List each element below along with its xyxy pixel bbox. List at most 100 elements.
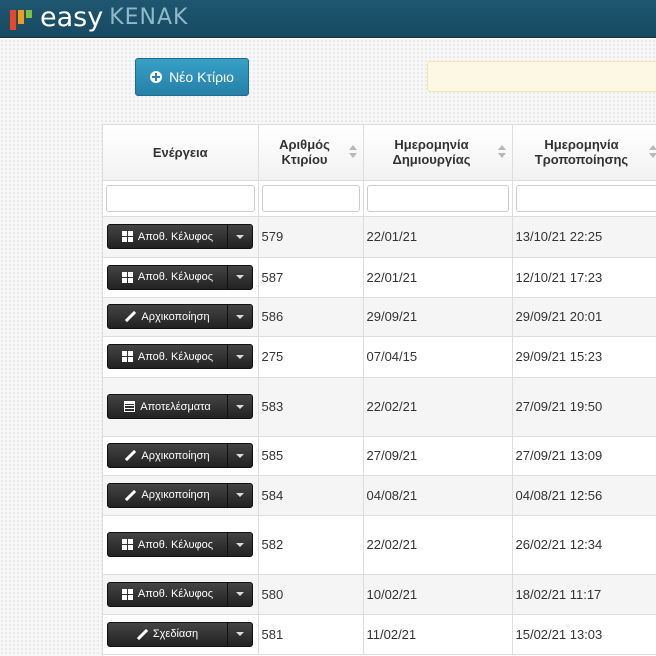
action-label: Αποθ. Κέλυφος — [137, 271, 214, 283]
grid-icon — [121, 539, 133, 550]
action-split-button[interactable]: Αποθ. Κέλυφος — [107, 224, 253, 249]
created-date-cell: 29/09/21 — [363, 297, 513, 337]
action-cell: Σχεδίαση — [103, 614, 259, 655]
action-cell: Αρχικοποίηση — [103, 475, 259, 516]
list-icon — [124, 401, 136, 412]
table-row[interactable]: Αποθ. Κέλυφος 275 07/04/15 29/09/21 15:23 — [103, 336, 656, 378]
sort-icon[interactable] — [648, 145, 656, 159]
filter-created-input[interactable] — [366, 184, 509, 212]
action-split-button[interactable]: Αρχικοποίηση — [107, 304, 253, 329]
action-split-button[interactable]: Αποθ. Κέλυφος — [107, 344, 253, 369]
action-dropdown-toggle[interactable] — [228, 266, 252, 289]
building-no-cell: 275 — [258, 336, 364, 378]
app-logo[interactable]: easy KENAK — [10, 3, 188, 33]
filter-modified-input[interactable] — [515, 184, 656, 212]
action-button[interactable]: Αποθ. Κέλυφος — [108, 345, 228, 368]
action-split-button[interactable]: Σχεδίαση — [107, 621, 253, 647]
action-cell: Αποθ. Κέλυφος — [103, 216, 259, 258]
action-dropdown-toggle[interactable] — [228, 583, 252, 606]
action-dropdown-toggle[interactable] — [228, 345, 252, 368]
action-dropdown-toggle[interactable] — [228, 225, 252, 248]
table-row[interactable]: Αποθ. Κέλυφος 587 22/01/21 12/10/21 17:23 — [103, 257, 656, 298]
pencil-icon — [125, 450, 136, 461]
building-no-cell: 585 — [258, 436, 364, 476]
action-cell: Αποθ. Κέλυφος — [103, 574, 259, 615]
action-dropdown-toggle[interactable] — [228, 305, 252, 328]
created-date-cell: 22/01/21 — [363, 257, 513, 298]
action-dropdown-toggle[interactable] — [228, 395, 252, 418]
action-button[interactable]: Αποτελέσματα — [108, 395, 228, 418]
new-building-label: Νέο Κτίριο — [169, 69, 234, 85]
table-row[interactable]: Αρχικοποίηση 586 29/09/21 29/09/21 20:01 — [103, 297, 656, 337]
grid-icon — [121, 271, 133, 283]
filter-row — [103, 180, 656, 217]
action-button[interactable]: Αποθ. Κέλυφος — [108, 225, 228, 248]
modified-date-cell: 26/02/21 12:34 — [512, 515, 656, 575]
table-row[interactable]: Αποτελέσματα 583 22/02/21 27/09/21 19:50 — [103, 377, 656, 437]
caret-down-icon — [236, 592, 244, 596]
action-dropdown-toggle[interactable] — [228, 484, 252, 507]
action-button[interactable]: Αποθ. Κέλυφος — [108, 265, 228, 289]
action-button[interactable]: Αποθ. Κέλυφος — [108, 533, 228, 556]
action-button[interactable]: Σχεδίαση — [108, 622, 228, 646]
action-split-button[interactable]: Αποτελέσματα — [107, 394, 253, 419]
logo-easy-text: easy — [40, 2, 104, 33]
building-no-cell: 579 — [258, 216, 364, 258]
building-no-cell: 581 — [258, 614, 364, 655]
caret-down-icon — [236, 354, 244, 359]
created-date-cell: 07/04/15 — [363, 336, 513, 378]
caret-down-icon — [236, 632, 244, 636]
column-header-created[interactable]: Ημερομηνία Δημιουργίας — [363, 125, 513, 181]
action-cell: Αποθ. Κέλυφος — [103, 336, 259, 378]
modified-date-cell: 27/09/21 13:09 — [512, 436, 656, 476]
sort-icon[interactable] — [497, 145, 506, 159]
caret-down-icon — [236, 275, 244, 279]
building-no-cell: 583 — [258, 377, 364, 437]
action-button[interactable]: Αρχικοποίηση — [108, 483, 228, 507]
column-header-building-no[interactable]: Αριθμός Κτιρίου — [258, 125, 364, 181]
action-button[interactable]: Αποθ. Κέλυφος — [108, 582, 228, 606]
caret-down-icon — [236, 542, 244, 547]
action-split-button[interactable]: Αρχικοποίηση — [107, 482, 253, 508]
filter-action-input[interactable] — [106, 184, 255, 212]
caret-down-icon — [236, 453, 244, 458]
action-button[interactable]: Αρχικοποίηση — [108, 305, 228, 328]
building-no-cell: 587 — [258, 257, 364, 298]
building-no-cell: 582 — [258, 515, 364, 575]
action-split-button[interactable]: Αρχικοποίηση — [107, 443, 253, 468]
action-button[interactable]: Αρχικοποίηση — [108, 444, 228, 467]
table-row[interactable]: Αποθ. Κέλυφος 579 22/01/21 13/10/21 22:25 — [103, 216, 656, 258]
building-no-cell: 584 — [258, 475, 364, 516]
modified-date-cell: 15/02/21 13:03 — [512, 614, 656, 655]
action-cell: Αποτελέσματα — [103, 377, 259, 437]
action-dropdown-toggle[interactable] — [228, 444, 252, 467]
modified-date-cell: 12/10/21 17:23 — [512, 257, 656, 298]
new-building-button[interactable]: Νέο Κτίριο — [135, 58, 249, 96]
table-row[interactable]: Σχεδίαση 581 11/02/21 15/02/21 13:03 — [103, 614, 656, 655]
action-cell: Αρχικοποίηση — [103, 436, 259, 476]
action-split-button[interactable]: Αποθ. Κέλυφος — [107, 581, 253, 607]
action-split-button[interactable]: Αποθ. Κέλυφος — [107, 532, 253, 557]
table-row[interactable]: Αποθ. Κέλυφος 580 10/02/21 18/02/21 11:17 — [103, 574, 656, 615]
action-split-button[interactable]: Αποθ. Κέλυφος — [107, 264, 253, 290]
action-label: Σχεδίαση — [152, 628, 199, 640]
action-dropdown-toggle[interactable] — [228, 623, 252, 646]
top-navbar: easy KENAK — [0, 0, 656, 38]
action-label: Αποτελέσματα — [140, 400, 211, 413]
action-label: Αποθ. Κέλυφος — [137, 538, 214, 551]
table-row[interactable]: Αρχικοποίηση 585 27/09/21 27/09/21 13:09 — [103, 436, 656, 476]
pencil-icon — [125, 490, 136, 501]
grid-icon — [121, 231, 133, 242]
created-date-cell: 22/01/21 — [363, 216, 513, 258]
table-row[interactable]: Αρχικοποίηση 584 04/08/21 04/08/21 12:56 — [103, 475, 656, 516]
action-dropdown-toggle[interactable] — [228, 533, 252, 556]
sort-icon[interactable] — [348, 145, 357, 159]
modified-date-cell: 29/09/21 15:23 — [512, 336, 656, 378]
created-date-cell: 10/02/21 — [363, 574, 513, 615]
filter-building-no-input[interactable] — [261, 184, 360, 212]
building-no-cell: 580 — [258, 574, 364, 615]
action-label: Αποθ. Κέλυφος — [137, 588, 214, 600]
column-header-modified[interactable]: Ημερομηνία Τροποποίησης — [512, 125, 656, 181]
table-row[interactable]: Αποθ. Κέλυφος 582 22/02/21 26/02/21 12:34 — [103, 515, 656, 575]
building-no-cell: 586 — [258, 297, 364, 337]
